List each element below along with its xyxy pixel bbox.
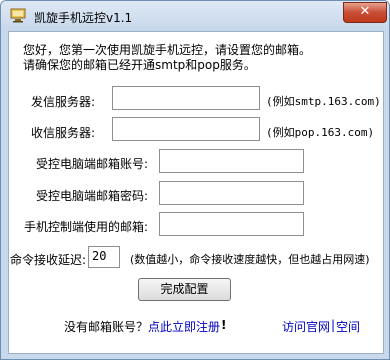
close-button[interactable]: ✕ xyxy=(343,2,387,23)
space-link[interactable]: 空间 xyxy=(336,318,360,335)
smtp-server-label: 发信服务器: xyxy=(31,95,96,109)
intro-text: 您好，您第一次使用凯旋手机远控，请设置您的邮箱。 请确保您的邮箱已经开通smtp… xyxy=(23,43,311,73)
delay-hint: (数值越小，命令接收速度越快，但也越占用网速) xyxy=(130,253,370,266)
window-title: 凯旋手机远控v1.1 xyxy=(34,11,133,25)
phone-email-label: 手机控制端使用的邮箱: xyxy=(24,220,149,234)
close-icon: ✕ xyxy=(359,4,371,19)
password-label: 受控电脑端邮箱密码: xyxy=(36,189,149,203)
register-suffix: ! xyxy=(221,318,227,332)
password-input[interactable] xyxy=(159,181,304,205)
pop-server-input[interactable] xyxy=(112,117,260,141)
no-account-text: 没有邮箱账号？ xyxy=(64,320,149,334)
delay-input[interactable]: 20 xyxy=(88,246,120,268)
intro-line-1: 您好，您第一次使用凯旋手机远控，请设置您的邮箱。 xyxy=(23,43,312,57)
smtp-server-hint: (例如smtp.163.com) xyxy=(266,95,381,108)
smtp-server-input[interactable] xyxy=(112,86,260,110)
account-label: 受控电脑端邮箱账号: xyxy=(36,157,149,171)
visit-site-link[interactable]: 访问官网 xyxy=(282,318,330,335)
app-window-icon xyxy=(10,8,26,23)
pop-server-hint: (例如pop.163.com) xyxy=(266,126,375,139)
footer-separator: | xyxy=(331,318,336,332)
delay-label: 命令接收延迟: xyxy=(10,253,87,267)
pop-server-label: 收信服务器: xyxy=(31,126,96,140)
title-bar[interactable]: 凯旋手机远控v1.1 ✕ xyxy=(1,1,389,31)
phone-email-input[interactable] xyxy=(159,212,304,236)
register-link[interactable]: 点此立即注册 xyxy=(148,318,220,335)
account-input[interactable] xyxy=(159,149,304,173)
finish-config-button[interactable]: 完成配置 xyxy=(138,278,231,301)
intro-line-2: 请确保您的邮箱已经开通smtp和pop服务。 xyxy=(23,58,256,72)
